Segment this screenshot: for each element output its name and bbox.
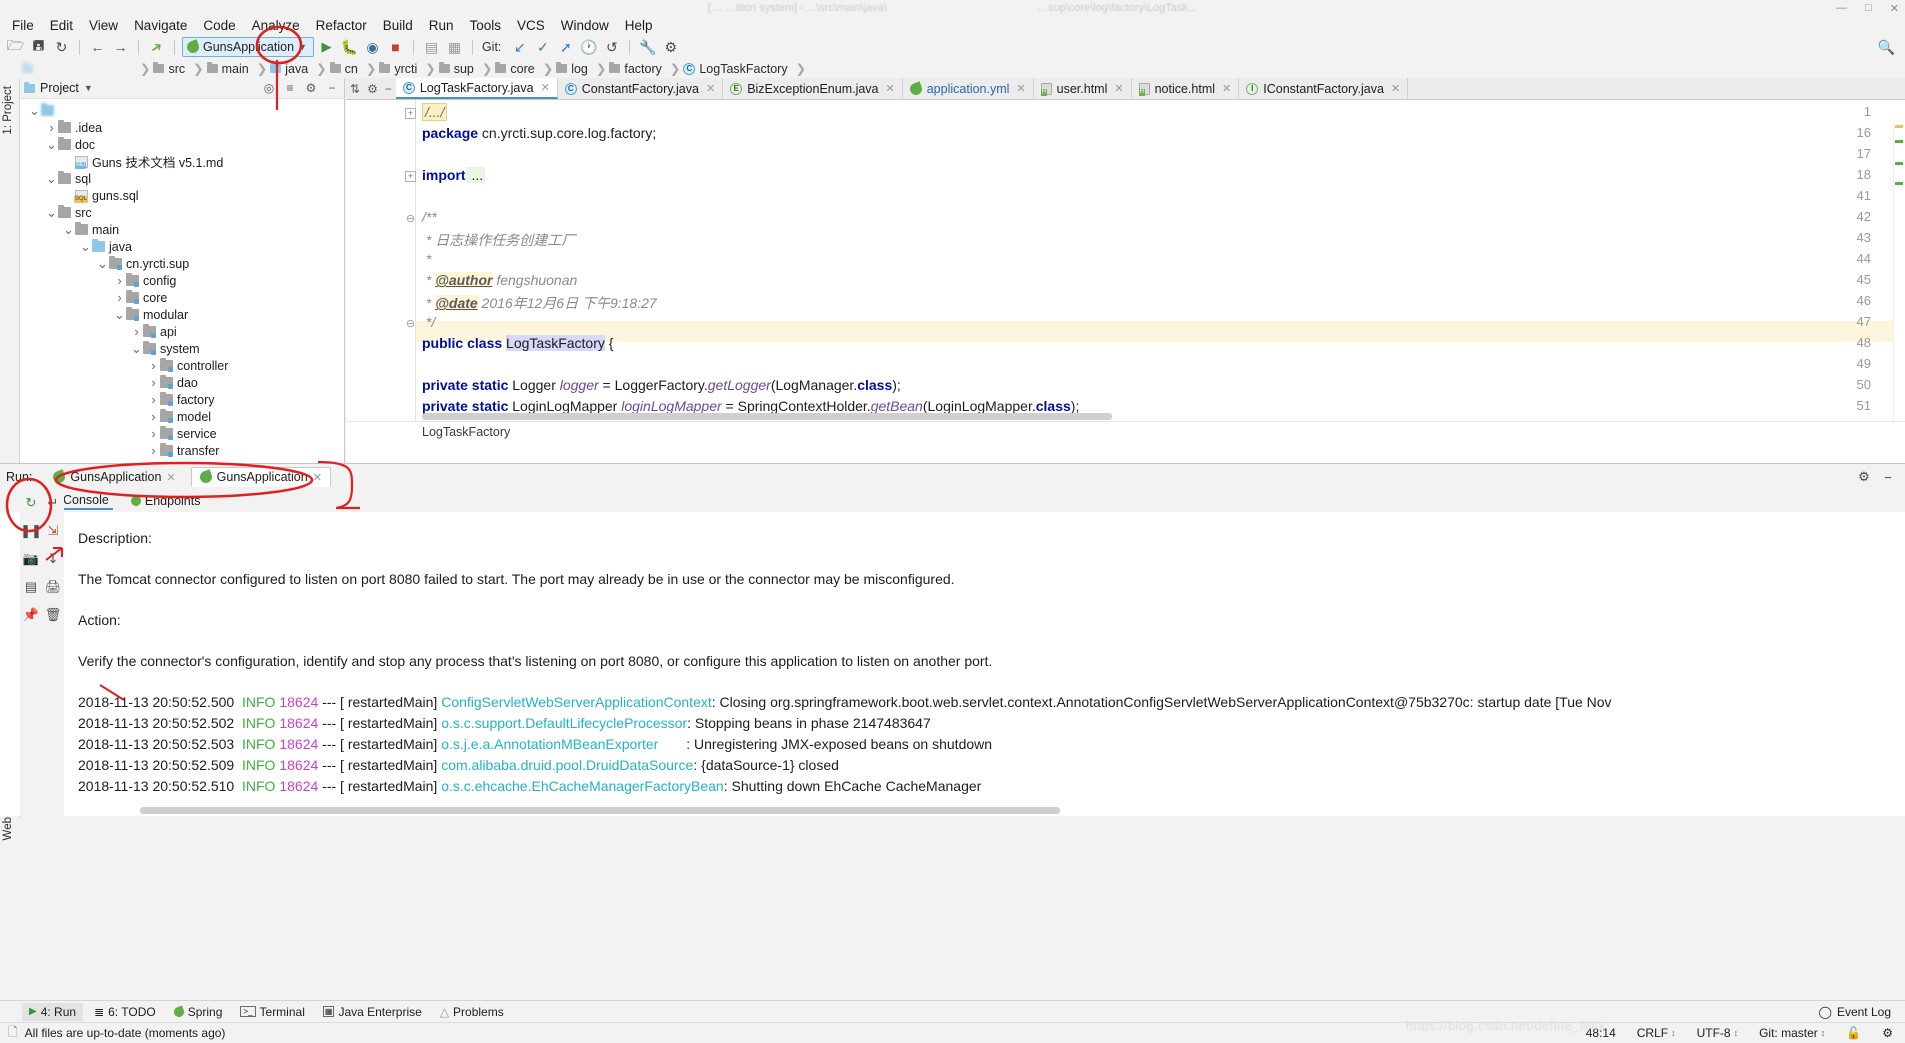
- annotation-oval-run-button: [257, 27, 301, 63]
- annotation-brace: [318, 462, 360, 508]
- annotation-oval-rerun-button: [7, 479, 51, 531]
- annotation-stroke: [100, 685, 124, 700]
- annotation-overlay: [0, 0, 1905, 1043]
- annotation-arrow-softwrap: [46, 548, 62, 560]
- annotation-oval-run-tabs: [56, 463, 312, 497]
